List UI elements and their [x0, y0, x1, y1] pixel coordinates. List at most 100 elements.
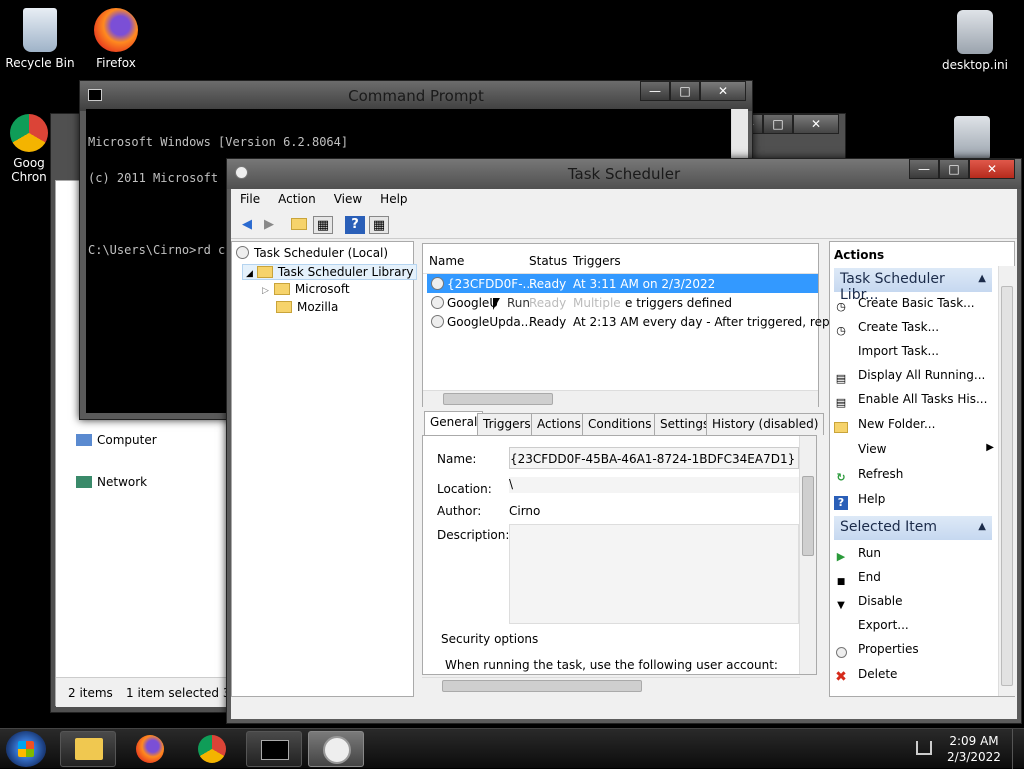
desktop-icon-label: Recycle Bin: [5, 56, 75, 70]
action-view[interactable]: View ▶: [834, 442, 994, 456]
action-end[interactable]: ■ End: [834, 570, 881, 589]
taskbar: 2:09 AM 2/3/2022: [0, 728, 1024, 769]
tab-triggers[interactable]: Triggers: [477, 413, 537, 435]
section-selected-item[interactable]: Selected Item ▲: [834, 516, 992, 540]
tab-general[interactable]: General: [424, 411, 484, 435]
desktop-icon-desktop-ini[interactable]: desktop.ini: [935, 10, 1015, 72]
action-help[interactable]: ? Help: [834, 492, 885, 510]
taskbar-chrome-button[interactable]: [184, 731, 240, 767]
menu-help[interactable]: Help: [371, 189, 416, 211]
scrollbar-thumb[interactable]: [442, 680, 642, 692]
task-icon: [431, 315, 444, 328]
network-tray-icon[interactable]: [916, 741, 932, 755]
column-triggers[interactable]: Triggers: [573, 254, 621, 268]
actions-v-scrollbar[interactable]: [998, 266, 1015, 696]
table-row[interactable]: GoogleUpda... Ready At 2:13 AM every day…: [427, 312, 860, 331]
action-new-folder[interactable]: New Folder...: [834, 417, 935, 435]
tree-mozilla[interactable]: Mozilla: [276, 300, 338, 314]
description-field[interactable]: [509, 524, 799, 624]
scrollbar-thumb[interactable]: [802, 476, 814, 556]
expand-arrow-icon[interactable]: ◢: [246, 269, 253, 279]
section-task-scheduler-library[interactable]: Task Scheduler Libr... ▲: [834, 268, 992, 303]
close-button[interactable]: ✕: [793, 114, 839, 134]
tab-history[interactable]: History (disabled): [706, 413, 825, 435]
action-run[interactable]: ▶ Run: [834, 546, 881, 564]
action-export[interactable]: Export...: [834, 618, 909, 632]
ts-title-bar[interactable]: Task Scheduler — □ ✕: [227, 159, 1021, 189]
create-task-icon: ◷: [836, 324, 846, 337]
details-h-scrollbar[interactable]: [422, 677, 800, 694]
task-list-h-scrollbar[interactable]: [423, 390, 818, 407]
scrollbar-thumb[interactable]: [443, 393, 553, 405]
collapse-icon[interactable]: ▲: [978, 273, 986, 284]
action-disable[interactable]: ▼ Disable: [834, 594, 902, 613]
scrollbar-thumb[interactable]: [1001, 286, 1013, 686]
desktop-icon-recycle-bin[interactable]: Recycle Bin: [0, 8, 80, 70]
taskbar-firefox-button[interactable]: [122, 731, 178, 767]
network-icon: [76, 476, 92, 488]
show-desktop-button[interactable]: [1012, 729, 1024, 769]
nav-item-computer[interactable]: Computer: [76, 433, 157, 447]
ts-maximize-button[interactable]: □: [939, 159, 969, 179]
cmd-title-bar[interactable]: Command Prompt — □ ✕: [80, 81, 752, 111]
properties-icon: [834, 646, 848, 660]
collapse-icon[interactable]: ▲: [978, 521, 986, 532]
menu-bar: File Action View Help: [231, 189, 1017, 211]
action-properties[interactable]: Properties: [834, 642, 919, 660]
taskbar-task-scheduler-button[interactable]: [308, 731, 364, 767]
collapse-arrow-icon[interactable]: ▷: [262, 286, 269, 296]
tab-actions[interactable]: Actions: [531, 413, 587, 435]
desktop-icon-firefox[interactable]: Firefox: [76, 8, 156, 70]
ts-close-button[interactable]: ✕: [969, 159, 1015, 179]
firefox-icon: [94, 8, 138, 52]
ts-minimize-button[interactable]: —: [909, 159, 939, 179]
column-status[interactable]: Status: [529, 254, 567, 268]
details-v-scrollbar[interactable]: [799, 436, 816, 674]
status-items: 2 items: [68, 686, 113, 700]
up-folder-icon[interactable]: [289, 216, 309, 234]
location-field[interactable]: \: [509, 477, 799, 493]
column-name[interactable]: Name: [429, 254, 464, 268]
action-delete[interactable]: ✖ Delete: [834, 667, 897, 684]
table-row[interactable]: GoogleU Run Ready Multiple e triggers de…: [427, 293, 818, 312]
show-hide-tree-icon[interactable]: ▦: [313, 216, 333, 234]
settings-file-icon[interactable]: [954, 116, 990, 160]
clock[interactable]: 2:09 AM 2/3/2022: [946, 733, 1002, 765]
cmd-icon: [261, 740, 289, 760]
name-field[interactable]: {23CFDD0F-45BA-46A1-8724-1BDFC34EA7D1}: [509, 447, 799, 469]
menu-view[interactable]: View: [325, 189, 371, 211]
firefox-icon: [136, 735, 164, 763]
action-enable-all-tasks-history[interactable]: ▤ Enable All Tasks His...: [834, 392, 988, 410]
action-create-task[interactable]: ◷ Create Task...: [834, 320, 939, 338]
table-row[interactable]: {23CFDD0F-... Ready At 3:11 AM on 2/3/20…: [427, 274, 818, 293]
forward-arrow-icon[interactable]: ▶: [259, 216, 279, 234]
maximize-button[interactable]: □: [763, 114, 793, 134]
taskbar-cmd-button[interactable]: [246, 731, 302, 767]
action-display-all-running[interactable]: ▤ Display All Running...: [834, 368, 986, 386]
tree-library[interactable]: ◢ Task Scheduler Library: [242, 264, 418, 280]
tree-microsoft[interactable]: ▷ Microsoft: [262, 282, 350, 296]
toolbar: ◀ ▶ ▦ ? ▦: [231, 211, 1017, 239]
cmd-minimize-button[interactable]: —: [640, 81, 670, 101]
start-button[interactable]: [6, 731, 46, 767]
cmd-close-button[interactable]: ✕: [700, 81, 746, 101]
show-hide-action-pane-icon[interactable]: ▦: [369, 216, 389, 234]
menu-action[interactable]: Action: [269, 189, 325, 211]
tab-conditions[interactable]: Conditions: [582, 413, 658, 435]
delete-icon: ✖: [835, 669, 847, 685]
location-label: Location:: [437, 482, 492, 496]
desktop-icon-label: Goog Chron: [11, 156, 47, 184]
taskbar-explorer-button[interactable]: [60, 731, 116, 767]
tree-root[interactable]: Task Scheduler (Local): [236, 246, 388, 260]
cmd-maximize-button[interactable]: □: [670, 81, 700, 101]
action-create-basic-task[interactable]: ◷ Create Basic Task...: [834, 296, 974, 314]
back-arrow-icon[interactable]: ◀: [237, 216, 257, 234]
help-icon[interactable]: ?: [345, 216, 365, 234]
task-list: Name Status Triggers {23CFDD0F-... Ready…: [422, 243, 860, 407]
nav-item-network[interactable]: Network: [76, 475, 147, 489]
action-import-task[interactable]: Import Task...: [834, 344, 939, 358]
ts-body: Task Scheduler (Local) ◢ Task Scheduler L…: [231, 239, 1017, 719]
action-refresh[interactable]: ↻ Refresh: [834, 467, 903, 485]
menu-file[interactable]: File: [231, 189, 269, 211]
mouse-cursor-icon: [493, 298, 500, 310]
